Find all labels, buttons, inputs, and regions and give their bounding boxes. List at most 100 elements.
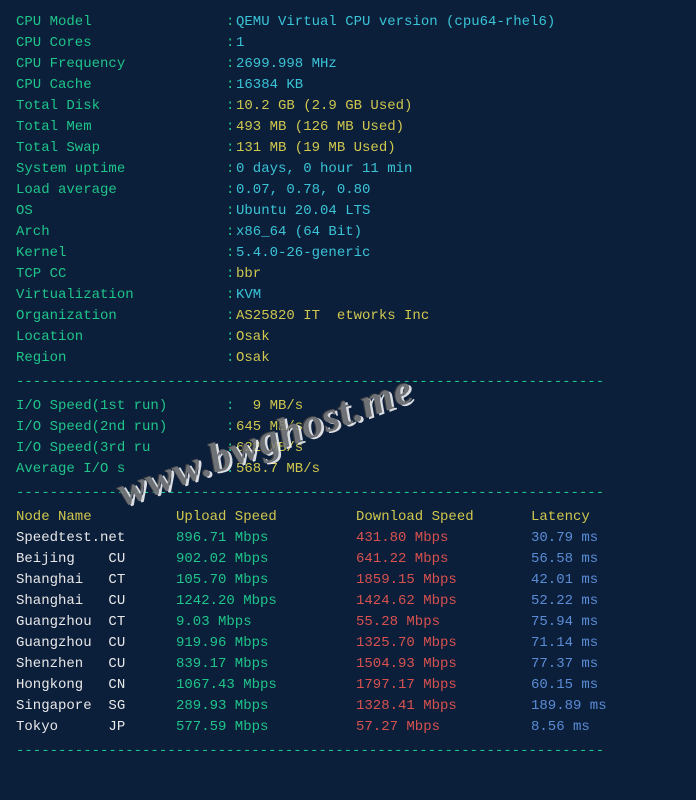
speedtest-node: Hongkong CN [16,675,176,696]
speedtest-download: 55.28 Mbps [356,612,531,633]
speedtest-latency: 56.58 ms [531,549,651,570]
speedtest-node: Shenzhen CU [16,654,176,675]
sysinfo-label: Kernel [16,243,226,264]
speedtest-node: Tokyo JP [16,717,176,738]
system-info-section: CPU Model : QEMU Virtual CPU version (cp… [16,12,680,369]
sysinfo-label: OS [16,201,226,222]
speedtest-latency: 42.01 ms [531,570,651,591]
speedtest-latency: 52.22 ms [531,591,651,612]
sysinfo-row: Load average : 0.07, 0.78, 0.80 [16,180,680,201]
speedtest-header-download: Download Speed [356,507,531,528]
speedtest-upload: 9.03 Mbps [176,612,356,633]
speedtest-node: Guangzhou CT [16,612,176,633]
sysinfo-label: Load average [16,180,226,201]
io-value: 568.7 MB/s [236,459,320,480]
speedtest-row: Guangzhou CU 919.96 Mbps 1325.70 Mbps 71… [16,633,680,654]
sysinfo-value: Ubuntu 20.04 LTS [236,201,370,222]
sysinfo-row: Location : Osak [16,327,680,348]
io-label: I/O Speed(2nd run) [16,417,226,438]
speedtest-node: Speedtest.net [16,528,176,549]
sysinfo-label: Virtualization [16,285,226,306]
speedtest-row: Speedtest.net 896.71 Mbps 431.80 Mbps 30… [16,528,680,549]
divider: ----------------------------------------… [16,741,680,762]
speedtest-row: Shanghai CT 105.70 Mbps 1859.15 Mbps 42.… [16,570,680,591]
sysinfo-value: 0 days, 0 hour 11 min [236,159,412,180]
speedtest-download: 57.27 Mbps [356,717,531,738]
sysinfo-value: 16384 KB [236,75,303,96]
speedtest-upload: 105.70 Mbps [176,570,356,591]
sysinfo-row: CPU Cache : 16384 KB [16,75,680,96]
sysinfo-label: Total Mem [16,117,226,138]
io-value: 622 MB/s [236,438,303,459]
sysinfo-value: 1 [236,33,244,54]
speedtest-row: Shanghai CU 1242.20 Mbps 1424.62 Mbps 52… [16,591,680,612]
sysinfo-label: Region [16,348,226,369]
io-row: Average I/O s : 568.7 MB/s [16,459,680,480]
speedtest-node: Beijing CU [16,549,176,570]
sysinfo-row: CPU Frequency : 2699.998 MHz [16,54,680,75]
sysinfo-row: Arch : x86_64 (64 Bit) [16,222,680,243]
speedtest-node: Singapore SG [16,696,176,717]
speedtest-download: 641.22 Mbps [356,549,531,570]
speedtest-table: Speedtest.net 896.71 Mbps 431.80 Mbps 30… [16,528,680,738]
speedtest-node: Guangzhou CU [16,633,176,654]
sysinfo-value: KVM [236,285,261,306]
speedtest-header: Node NameUpload SpeedDownload SpeedLaten… [16,507,680,528]
sysinfo-label: CPU Cores [16,33,226,54]
sysinfo-value: 131 MB (19 MB Used) [236,138,396,159]
sysinfo-row: Region : Osak [16,348,680,369]
speedtest-row: Guangzhou CT 9.03 Mbps 55.28 Mbps 75.94 … [16,612,680,633]
sysinfo-row: Total Disk : 10.2 GB (2.9 GB Used) [16,96,680,117]
speedtest-download: 1504.93 Mbps [356,654,531,675]
sysinfo-row: TCP CC : bbr [16,264,680,285]
speedtest-upload: 289.93 Mbps [176,696,356,717]
sysinfo-value: Osak [236,348,270,369]
speedtest-upload: 902.02 Mbps [176,549,356,570]
speedtest-row: Hongkong CN 1067.43 Mbps 1797.17 Mbps 60… [16,675,680,696]
speedtest-download: 1424.62 Mbps [356,591,531,612]
speedtest-latency: 30.79 ms [531,528,651,549]
io-row: I/O Speed(2nd run) : 645 MB/s [16,417,680,438]
speedtest-upload: 919.96 Mbps [176,633,356,654]
sysinfo-value: 0.07, 0.78, 0.80 [236,180,370,201]
io-label: I/O Speed(3rd ru [16,438,226,459]
io-row: I/O Speed(1st run) : 9 MB/s [16,396,680,417]
sysinfo-label: Total Swap [16,138,226,159]
speedtest-download: 431.80 Mbps [356,528,531,549]
sysinfo-label: Arch [16,222,226,243]
speedtest-latency: 60.15 ms [531,675,651,696]
speedtest-node: Shanghai CT [16,570,176,591]
speedtest-latency: 75.94 ms [531,612,651,633]
speedtest-header-node: Node Name [16,507,176,528]
speedtest-latency: 8.56 ms [531,717,651,738]
speedtest-latency: 77.37 ms [531,654,651,675]
sysinfo-value: QEMU Virtual CPU version (cpu64-rhel6) [236,12,555,33]
sysinfo-row: Total Swap : 131 MB (19 MB Used) [16,138,680,159]
sysinfo-row: Kernel : 5.4.0-26-generic [16,243,680,264]
speedtest-upload: 1242.20 Mbps [176,591,356,612]
sysinfo-value: x86_64 (64 Bit) [236,222,362,243]
io-value: 9 MB/s [236,396,303,417]
sysinfo-label: CPU Frequency [16,54,226,75]
sysinfo-row: Organization : AS25820 IT etworks Inc [16,306,680,327]
speedtest-latency: 189.89 ms [531,696,651,717]
divider: ----------------------------------------… [16,372,680,393]
sysinfo-label: CPU Cache [16,75,226,96]
sysinfo-label: System uptime [16,159,226,180]
sysinfo-value: 10.2 GB (2.9 GB Used) [236,96,412,117]
io-value: 645 MB/s [236,417,303,438]
sysinfo-value: Osak [236,327,270,348]
speedtest-row: Tokyo JP 577.59 Mbps 57.27 Mbps 8.56 ms [16,717,680,738]
sysinfo-label: TCP CC [16,264,226,285]
sysinfo-row: Total Mem : 493 MB (126 MB Used) [16,117,680,138]
speedtest-row: Singapore SG 289.93 Mbps 1328.41 Mbps 18… [16,696,680,717]
speedtest-upload: 1067.43 Mbps [176,675,356,696]
sysinfo-value: 493 MB (126 MB Used) [236,117,404,138]
speedtest-download: 1797.17 Mbps [356,675,531,696]
sysinfo-row: OS : Ubuntu 20.04 LTS [16,201,680,222]
speedtest-row: Beijing CU 902.02 Mbps 641.22 Mbps 56.58… [16,549,680,570]
io-label: Average I/O s [16,459,226,480]
speedtest-upload: 839.17 Mbps [176,654,356,675]
sysinfo-label: Location [16,327,226,348]
io-label: I/O Speed(1st run) [16,396,226,417]
